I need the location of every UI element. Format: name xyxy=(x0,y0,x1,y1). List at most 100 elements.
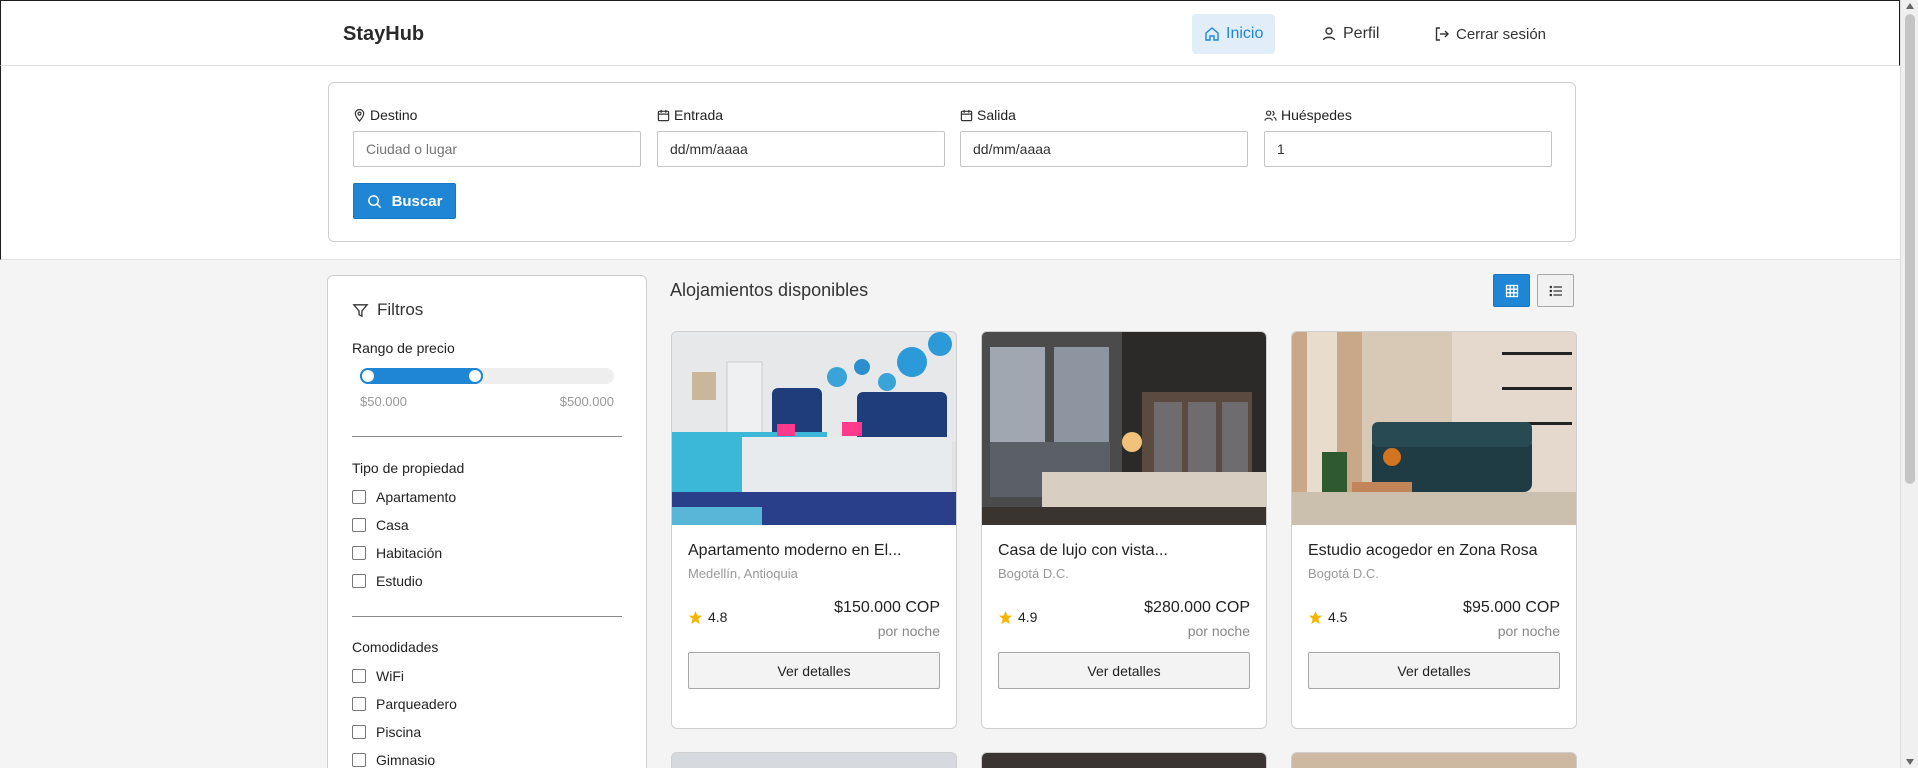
destination-label: Destino xyxy=(370,107,418,123)
listing-photo[interactable] xyxy=(672,332,957,525)
option-label: Estudio xyxy=(376,573,423,589)
price-max-handle[interactable] xyxy=(467,368,484,384)
checkbox[interactable] xyxy=(352,697,366,711)
rating-value: 4.8 xyxy=(708,609,728,625)
nav-inicio[interactable]: Inicio xyxy=(1192,14,1276,54)
nav-inicio-label: Inicio xyxy=(1226,25,1264,42)
filters-title: Filtros xyxy=(377,300,424,319)
guests-label: Huéspedes xyxy=(1281,107,1352,123)
filter-icon xyxy=(352,303,369,317)
rating-value: 4.5 xyxy=(1328,609,1348,625)
option-label: Parqueadero xyxy=(376,696,457,712)
option-label: Casa xyxy=(376,517,409,533)
list-icon xyxy=(1549,285,1562,296)
listings-title: Alojamientos disponibles xyxy=(670,280,869,300)
search-section: Destino Entrada dd/mm/aaaa Salida dd/mm/… xyxy=(0,66,1900,260)
price-range-slider[interactable] xyxy=(360,368,614,384)
page-scrollbar[interactable] xyxy=(1900,0,1918,768)
calendar-icon xyxy=(657,109,670,121)
divider xyxy=(352,616,622,617)
guests-input[interactable]: 1 xyxy=(1264,131,1552,167)
checkin-label: Entrada xyxy=(674,107,724,123)
property-type-option[interactable]: Estudio xyxy=(352,573,423,589)
star-icon xyxy=(998,610,1013,624)
destination-label-row: Destino xyxy=(353,105,641,125)
divider xyxy=(352,436,622,437)
checkin-field: Entrada dd/mm/aaaa xyxy=(657,105,945,167)
checkbox[interactable] xyxy=(352,725,366,739)
map-pin-icon xyxy=(354,108,365,122)
listing-photo[interactable] xyxy=(1292,332,1577,525)
view-details-button[interactable]: Ver detalles xyxy=(998,652,1250,689)
amenity-option[interactable]: Piscina xyxy=(352,724,421,740)
checkbox[interactable] xyxy=(352,574,366,588)
listing-location: Bogotá D.C. xyxy=(998,566,1069,581)
filters-header: Filtros xyxy=(352,300,423,320)
listing-card-partial[interactable] xyxy=(1291,752,1577,768)
search-card: Destino Entrada dd/mm/aaaa Salida dd/mm/… xyxy=(328,82,1576,242)
property-type-option[interactable]: Apartamento xyxy=(352,489,456,505)
checkbox[interactable] xyxy=(352,753,366,767)
listing-price: $95.000 COP xyxy=(1463,599,1560,616)
scrollbar-thumb[interactable] xyxy=(1905,14,1915,484)
option-label: Piscina xyxy=(376,724,422,740)
amenity-option[interactable]: Gimnasio xyxy=(352,752,435,768)
listing-card-partial[interactable] xyxy=(671,752,957,768)
star-icon xyxy=(688,610,703,624)
price-min-label: $50.000 xyxy=(360,394,407,409)
rating-value: 4.9 xyxy=(1018,609,1038,625)
checkout-field: Salida dd/mm/aaaa xyxy=(960,105,1248,167)
amenity-option[interactable]: Parqueadero xyxy=(352,696,457,712)
checkout-label: Salida xyxy=(977,107,1016,123)
scroll-down-arrow[interactable] xyxy=(1906,759,1914,765)
search-button[interactable]: Buscar xyxy=(353,183,456,219)
calendar-icon xyxy=(960,109,973,121)
option-label: Apartamento xyxy=(376,489,457,505)
nav-perfil-label: Perfil xyxy=(1343,25,1380,42)
price-min-handle[interactable] xyxy=(360,368,376,384)
price-max-label: $500.000 xyxy=(559,394,614,409)
property-type-option[interactable]: Casa xyxy=(352,517,409,533)
top-navbar: StayHub Inicio Perfil Cerrar sesión xyxy=(0,0,1900,66)
checkbox[interactable] xyxy=(352,669,366,683)
listing-card[interactable]: Apartamento moderno en El... Medellín, A… xyxy=(671,331,957,729)
user-icon xyxy=(1322,27,1336,41)
listing-title: Estudio acogedor en Zona Rosa xyxy=(1308,542,1538,559)
amenity-option[interactable]: WiFi xyxy=(352,668,404,684)
checkbox[interactable] xyxy=(352,518,366,532)
listing-rating: 4.9 xyxy=(998,609,1037,625)
listing-photo[interactable] xyxy=(982,332,1267,525)
list-view-button[interactable] xyxy=(1537,274,1574,307)
star-icon xyxy=(1308,610,1323,624)
listing-card[interactable]: Estudio acogedor en Zona Rosa Bogotá D.C… xyxy=(1291,331,1577,729)
grid-view-button[interactable] xyxy=(1493,274,1530,307)
property-type-label: Tipo de propiedad xyxy=(352,460,465,476)
filters-panel: Filtros Rango de precio $50.000 $500.000… xyxy=(327,275,647,768)
guests-field: Huéspedes 1 xyxy=(1264,105,1552,167)
listing-location: Bogotá D.C. xyxy=(1308,566,1379,581)
view-details-button[interactable]: Ver detalles xyxy=(1308,652,1560,689)
checkout-input[interactable]: dd/mm/aaaa xyxy=(960,131,1248,167)
nav-cerrar-sesion[interactable]: Cerrar sesión xyxy=(1422,14,1558,54)
listing-card-partial[interactable] xyxy=(981,752,1267,768)
brand-logo[interactable]: StayHub xyxy=(343,23,424,46)
checkin-input[interactable]: dd/mm/aaaa xyxy=(657,131,945,167)
listing-rating: 4.5 xyxy=(1308,609,1347,625)
option-label: Habitación xyxy=(376,545,443,561)
checkbox[interactable] xyxy=(352,490,366,504)
option-label: Gimnasio xyxy=(376,752,436,768)
users-icon xyxy=(1264,109,1277,121)
home-icon xyxy=(1205,27,1219,41)
destination-input[interactable] xyxy=(353,131,641,167)
listing-price: $150.000 COP xyxy=(834,599,940,616)
amenities-label: Comodidades xyxy=(352,639,439,655)
checkout-label-row: Salida xyxy=(960,105,1248,125)
property-type-option[interactable]: Habitación xyxy=(352,545,442,561)
listing-card[interactable]: Casa de lujo con vista... Bogotá D.C. 4.… xyxy=(981,331,1267,729)
checkbox[interactable] xyxy=(352,546,366,560)
scroll-up-arrow[interactable] xyxy=(1906,3,1914,9)
listing-price-unit: por noche xyxy=(1497,623,1560,639)
nav-perfil[interactable]: Perfil xyxy=(1309,14,1391,54)
view-details-button[interactable]: Ver detalles xyxy=(688,652,940,689)
destination-field: Destino xyxy=(353,105,641,167)
